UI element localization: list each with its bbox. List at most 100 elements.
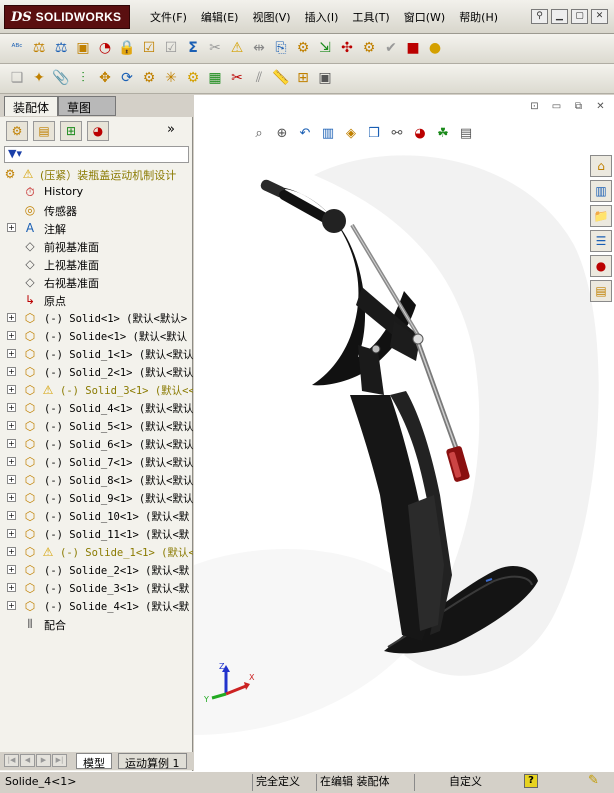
view-palette-icon[interactable]: ☰ — [590, 230, 612, 252]
tree-item[interactable]: ◇ 上视基准面 — [0, 255, 193, 273]
insert-component-icon[interactable]: ❏ — [8, 69, 26, 87]
checkbox-icon[interactable]: ☑ — [140, 39, 158, 57]
tab-motion-study[interactable]: 运动算例 1 — [118, 753, 187, 770]
solidworks-logo[interactable]: DS SOLIDWORKS — [4, 5, 130, 29]
viewport-restore-icon[interactable]: ⧉ — [571, 100, 586, 113]
tree-item[interactable]: + ⬡ (-) Solid_11<1> (默认<默 — [0, 525, 193, 543]
measure-icon[interactable]: ✂ — [206, 39, 224, 57]
menu-view[interactable]: 视图(V) — [252, 9, 290, 25]
paperclip-icon[interactable]: 📎 — [52, 69, 70, 87]
configuration-manager-icon[interactable]: ⊞ — [60, 121, 82, 141]
appearance-icon[interactable]: ● — [426, 39, 444, 57]
zoom-to-area-icon[interactable]: ⊕ — [273, 125, 291, 143]
feature-tree-icon[interactable]: ⚙ — [6, 121, 28, 141]
tree-item[interactable]: + A 注解 — [0, 219, 193, 237]
tree-item[interactable]: + ⬡ (-) Solide<1> (默认<默认 — [0, 327, 193, 345]
expand-toggle-icon[interactable]: + — [7, 583, 16, 592]
expand-toggle-icon[interactable]: + — [7, 475, 16, 484]
note-icon[interactable]: ▣ — [74, 39, 92, 57]
custom-properties-icon[interactable]: ▤ — [590, 280, 612, 302]
linear-pattern-icon[interactable]: ⫽ — [250, 69, 268, 87]
first-tab-icon[interactable]: |◀ — [4, 754, 19, 767]
design-library-icon[interactable]: ▥ — [590, 180, 612, 202]
tree-item[interactable]: + ⬡ (-) Solid_9<1> (默认<默认 — [0, 489, 193, 507]
display-manager-icon[interactable]: ◕ — [87, 121, 109, 141]
scene-icon[interactable]: ☘ — [434, 125, 452, 143]
balloon-icon[interactable]: ⚖ — [30, 39, 48, 57]
sensor-tool-icon[interactable]: ⚙ — [184, 69, 202, 87]
view-orientation-icon[interactable]: ❒ — [365, 125, 383, 143]
menu-edit[interactable]: 编辑(E) — [201, 9, 239, 25]
expand-toggle-icon[interactable]: + — [7, 331, 16, 340]
tree-item[interactable]: ⫴ 配合 — [0, 615, 193, 633]
hole-series-icon[interactable]: ⊞ — [294, 69, 312, 87]
checkbox-disabled-icon[interactable]: ☑ — [162, 39, 180, 57]
previous-view-icon[interactable]: ↶ — [296, 125, 314, 143]
tree-item[interactable]: + ⬡ (-) Solid_2<1> (默认<默认 — [0, 363, 193, 381]
spell-check-icon[interactable]: ᴬᴮᶜ — [8, 39, 26, 57]
view-settings-icon[interactable]: ▤ — [457, 125, 475, 143]
tree-item[interactable]: + ⬡ (-) Solid_8<1> (默认<默认 — [0, 471, 193, 489]
tab-model[interactable]: 模型 — [76, 753, 112, 770]
expand-toggle-icon[interactable]: + — [7, 439, 16, 448]
tree-item[interactable]: + ⬡ (-) Solid_7<1> (默认<默认 — [0, 453, 193, 471]
ruler-icon[interactable]: 📏 — [272, 69, 290, 87]
expand-toggle-icon[interactable]: + — [7, 457, 16, 466]
tree-root-item[interactable]: ⚙ ⚠ (压紧）装瓶盖运动机制设计 — [0, 165, 193, 183]
prev-tab-icon[interactable]: ◀ — [20, 754, 35, 767]
mate-icon[interactable]: ⫶ — [74, 69, 92, 87]
lock-icon[interactable]: 🔒 — [118, 39, 136, 57]
expand-toggle-icon[interactable]: + — [7, 511, 16, 520]
appearances-icon[interactable]: ● — [590, 255, 612, 277]
chevron-right-icon[interactable]: » — [160, 121, 182, 141]
tree-item[interactable]: ◇ 前视基准面 — [0, 237, 193, 255]
tree-item[interactable]: + ⬡ ⚠ (-) Solide_1<1> (默认< — [0, 543, 193, 561]
expand-toggle-icon[interactable]: + — [7, 367, 16, 376]
tree-item[interactable]: + ⬡ (-) Solide_3<1> (默认<默 — [0, 579, 193, 597]
display-pane-icon[interactable]: ▣ — [316, 69, 334, 87]
close-button[interactable]: ✕ — [591, 9, 608, 24]
viewport-close-icon[interactable]: ✕ — [593, 100, 608, 113]
expand-toggle-icon[interactable]: + — [7, 493, 16, 502]
zoom-to-fit-icon[interactable]: ⌕ — [250, 125, 268, 143]
display-style-icon[interactable]: ⚯ — [388, 125, 406, 143]
expand-toggle-icon[interactable]: + — [7, 403, 16, 412]
graphics-area[interactable]: ⊡ ▭ ⧉ ✕ ⌕ ⊕ ↶ ▥ ◈ ❒ ⚯ ◕ ☘ ▤ ⌂ ▥ 📁 ☰ ● ▤ … — [194, 95, 614, 771]
expand-toggle-icon[interactable]: + — [7, 601, 16, 610]
export-icon[interactable]: ⇲ — [316, 39, 334, 57]
tree-item[interactable]: + ⬡ (-) Solide_4<1> (默认<默 — [0, 597, 193, 615]
edit-appearance-icon[interactable]: ◕ — [411, 125, 429, 143]
tree-item[interactable]: + ⬡ (-) Solid_4<1> (默认<默认 — [0, 399, 193, 417]
restore-button[interactable]: ▢ — [571, 9, 588, 24]
tab-assembly[interactable]: 装配体 — [4, 96, 59, 116]
tree-item[interactable]: + ⬡ (-) Solid_5<1> (默认<默认 — [0, 417, 193, 435]
explode-icon[interactable]: ✣ — [338, 39, 356, 57]
dropdown-icon[interactable]: ⚙ — [294, 39, 312, 57]
expand-toggle-icon[interactable]: + — [7, 529, 16, 538]
exploded-view-icon[interactable]: ✳ — [162, 69, 180, 87]
tree-item[interactable]: + ⬡ (-) Solid<1> (默认<默认> — [0, 309, 193, 327]
tree-item[interactable]: + ⬡ (-) Solide_2<1> (默认<默 — [0, 561, 193, 579]
check-icon[interactable]: ✔ — [382, 39, 400, 57]
expand-toggle-icon[interactable]: + — [7, 349, 16, 358]
rotate-component-icon[interactable]: ⟳ — [118, 69, 136, 87]
tree-item[interactable]: + ⬡ (-) Solid_10<1> (默认<默 — [0, 507, 193, 525]
tree-item[interactable]: + ⬡ (-) Solid_6<1> (默认<默认 — [0, 435, 193, 453]
expand-toggle-icon[interactable]: + — [7, 565, 16, 574]
viewport-tile-icon[interactable]: ▭ — [549, 100, 564, 113]
menu-window[interactable]: 窗口(W) — [404, 9, 445, 25]
tab-sketch[interactable]: 草图 — [58, 96, 116, 116]
split-icon[interactable]: ⇹ — [250, 39, 268, 57]
tree-item[interactable]: ↳ 原点 — [0, 291, 193, 309]
tree-item[interactable]: ◇ 右视基准面 — [0, 273, 193, 291]
expand-toggle-icon[interactable]: + — [7, 313, 16, 322]
dynamic-annotation-icon[interactable]: ◈ — [342, 125, 360, 143]
minimize-button[interactable]: ▁ — [551, 9, 568, 24]
dimension-icon[interactable]: ⚖ — [52, 39, 70, 57]
menu-file[interactable]: 文件(F) — [150, 9, 187, 25]
expand-toggle-icon[interactable]: + — [7, 421, 16, 430]
expand-toggle-icon[interactable]: + — [7, 223, 16, 232]
tree-item[interactable]: ⏱ History — [0, 183, 193, 201]
pin-icon[interactable]: ⚲ — [531, 9, 548, 24]
color-icon[interactable]: ■ — [404, 39, 422, 57]
